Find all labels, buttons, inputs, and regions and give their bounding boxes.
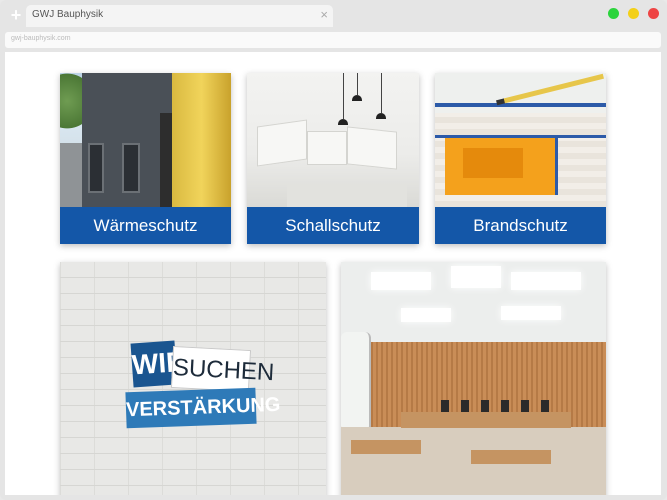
address-text: gwj-bauphysik.com	[11, 35, 71, 42]
address-bar[interactable]: gwj-bauphysik.com	[5, 32, 661, 48]
card-brandschutz[interactable]: Brandschutz	[435, 73, 606, 244]
recruiting-image: WIR SUCHEN VERSTÄRKUNG	[60, 262, 326, 495]
card-courtroom[interactable]	[341, 262, 606, 495]
tab-bar: + GWJ Bauphysik ×	[0, 0, 667, 30]
waermeschutz-image	[60, 73, 231, 207]
minimize-button[interactable]	[628, 8, 639, 19]
tab-close-icon[interactable]: ×	[320, 7, 328, 23]
tab-title: GWJ Bauphysik	[32, 9, 104, 20]
browser-window: + GWJ Bauphysik × gwj-bauphysik.com Wärm…	[0, 0, 667, 500]
new-tab-button[interactable]: +	[8, 6, 24, 24]
card-caption: Wärmeschutz	[60, 207, 231, 244]
maximize-button[interactable]	[608, 8, 619, 19]
card-wir-suchen[interactable]: WIR SUCHEN VERSTÄRKUNG	[60, 262, 326, 495]
banner-suchen: SUCHEN	[170, 345, 275, 393]
card-caption: Brandschutz	[435, 207, 606, 244]
card-schallschutz[interactable]: Schallschutz	[247, 73, 419, 244]
card-waermeschutz[interactable]: Wärmeschutz	[60, 73, 231, 244]
courtroom-image	[341, 262, 606, 495]
brandschutz-image	[435, 73, 606, 207]
page-content: Wärmeschutz Schallschutz Brandschutz WIR…	[5, 52, 661, 495]
card-caption: Schallschutz	[247, 207, 419, 244]
schallschutz-image	[247, 73, 419, 207]
close-window-button[interactable]	[648, 8, 659, 19]
browser-tab[interactable]: GWJ Bauphysik ×	[26, 5, 333, 27]
banner-verstaerkung: VERSTÄRKUNG	[125, 387, 281, 429]
